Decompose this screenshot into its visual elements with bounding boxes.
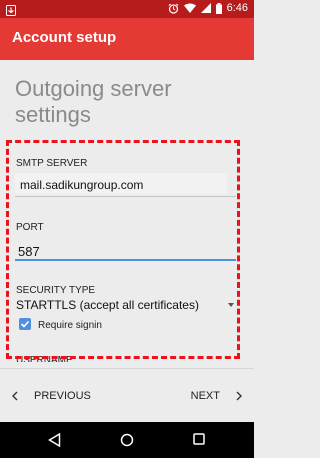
app-toolbar: Account setup bbox=[0, 18, 254, 60]
smtp-server-underline bbox=[15, 196, 236, 197]
security-type-label: SECURITY TYPE bbox=[16, 285, 96, 296]
security-type-select[interactable]: STARTTLS (accept all certificates) bbox=[16, 298, 199, 312]
smtp-server-input[interactable]: mail.sadikungroup.com bbox=[20, 178, 143, 192]
require-signin-label: Require signin bbox=[38, 320, 102, 331]
dropdown-arrow-icon[interactable] bbox=[228, 303, 234, 307]
page-title: Outgoing server settings bbox=[15, 76, 172, 127]
status-time: 6:46 bbox=[226, 2, 248, 14]
require-signin-checkbox[interactable] bbox=[19, 318, 31, 330]
smtp-server-label: SMTP SERVER bbox=[16, 158, 88, 169]
system-navigation-bar bbox=[0, 422, 254, 458]
recents-icon[interactable] bbox=[193, 433, 205, 445]
next-button[interactable]: NEXT bbox=[191, 385, 242, 407]
previous-button[interactable]: PREVIOUS bbox=[12, 385, 91, 407]
previous-button-label: PREVIOUS bbox=[34, 390, 91, 402]
checkmark-icon bbox=[20, 320, 30, 328]
next-button-label: NEXT bbox=[190, 390, 220, 402]
toolbar-title: Account setup bbox=[12, 29, 117, 46]
wifi-icon bbox=[183, 3, 196, 13]
alarm-icon bbox=[168, 3, 179, 14]
back-icon[interactable] bbox=[48, 433, 61, 447]
chevron-left-icon bbox=[12, 391, 18, 401]
port-input[interactable]: 587 bbox=[18, 244, 40, 259]
status-bar: 6:46 bbox=[0, 0, 254, 18]
bottom-nav-bar: PREVIOUS NEXT bbox=[0, 369, 254, 422]
signal-icon bbox=[200, 3, 211, 13]
battery-icon bbox=[215, 2, 222, 14]
username-label: USERNAME bbox=[16, 355, 73, 362]
chevron-right-icon bbox=[236, 391, 242, 401]
home-icon[interactable] bbox=[120, 433, 134, 447]
port-label: PORT bbox=[16, 222, 44, 233]
port-underline bbox=[15, 259, 236, 261]
